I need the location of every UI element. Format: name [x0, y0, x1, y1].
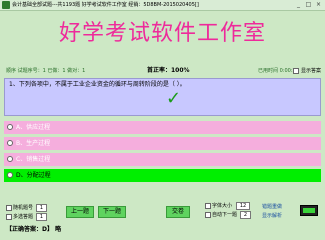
random-order-checkbox[interactable]: [6, 205, 12, 211]
option-d[interactable]: D、分配过程: [4, 169, 321, 182]
question-box: 1、下列各项中，不属于工业企业资金的循环与周转阶段的是（ ）。: [4, 78, 321, 116]
auto-next-spinner[interactable]: 2: [240, 211, 251, 219]
close-button[interactable]: ×: [314, 1, 323, 8]
studio-name: 好学考试软件工作室: [58, 21, 266, 46]
option-bar: [4, 169, 321, 182]
option-d-radio[interactable]: [7, 172, 13, 178]
maximize-button[interactable]: □: [304, 1, 313, 8]
window-title: 会计基础全部试题---共1193题 好学考试软件工作室 经销：5D8BM-201…: [12, 2, 199, 8]
option-b[interactable]: B、生产过程: [4, 137, 321, 150]
option-a-label: A、供应过程: [16, 124, 51, 131]
multi-answer-spinner[interactable]: 1: [36, 213, 47, 221]
show-answer-label: 显示答案: [301, 68, 322, 74]
multi-answer-label: 多选答题: [13, 214, 34, 220]
option-a-radio[interactable]: [7, 124, 13, 130]
option-c[interactable]: C、销售过程: [4, 153, 321, 166]
accuracy-rate: 首正率：100%: [147, 67, 190, 74]
option-bar: [4, 153, 321, 166]
font-size-checkbox[interactable]: [205, 203, 211, 209]
banner: 好学考试软件工作室: [0, 11, 325, 51]
keyboard-screen: [303, 208, 315, 213]
review-wrong-link[interactable]: 错题重做: [262, 204, 282, 210]
font-size-label: 字体大小: [212, 203, 233, 209]
app-icon: [2, 1, 10, 9]
option-c-label: C、销售过程: [16, 156, 51, 163]
option-d-label: D、分配过程: [16, 172, 51, 179]
option-a[interactable]: A、供应过程: [4, 121, 321, 134]
option-bar: [4, 137, 321, 150]
option-c-radio[interactable]: [7, 156, 13, 162]
multi-answer-checkbox[interactable]: [6, 214, 12, 220]
correct-check-icon: ✓: [166, 88, 182, 109]
random-order-spinner[interactable]: 1: [36, 204, 47, 212]
option-b-label: B、生产过程: [16, 140, 51, 147]
auto-next-checkbox[interactable]: [205, 212, 211, 218]
option-b-radio[interactable]: [7, 140, 13, 146]
app-window: 会计基础全部试题---共1193题 好学考试软件工作室 经销：5D8BM-201…: [0, 0, 325, 240]
next-question-button[interactable]: 下一题: [98, 206, 126, 218]
submit-exam-button[interactable]: 交卷: [166, 206, 190, 218]
title-bar: 会计基础全部试题---共1193题 好学考试软件工作室 经销：5D8BM-201…: [0, 0, 325, 11]
show-explanation-link[interactable]: 显示解析: [262, 213, 282, 219]
random-order-label: 随机题号: [13, 205, 34, 211]
option-bar: [4, 121, 321, 134]
auto-next-label: 自动下一题: [212, 212, 238, 218]
show-answer-checkbox[interactable]: [293, 68, 299, 74]
keyboard-icon[interactable]: [300, 205, 318, 216]
prev-question-button[interactable]: 上一题: [66, 206, 94, 218]
minimize-button[interactable]: _: [294, 1, 303, 8]
progress-status: 顺序 试题序号：1 已做：1 做对：1: [6, 68, 86, 74]
font-size-select[interactable]: 12: [236, 202, 250, 210]
correct-answer: 【正确答案：D】 略: [6, 226, 62, 233]
question-text: 1、下列各项中，不属于工业企业资金的循环与周转阶段的是（ ）。: [9, 81, 186, 88]
